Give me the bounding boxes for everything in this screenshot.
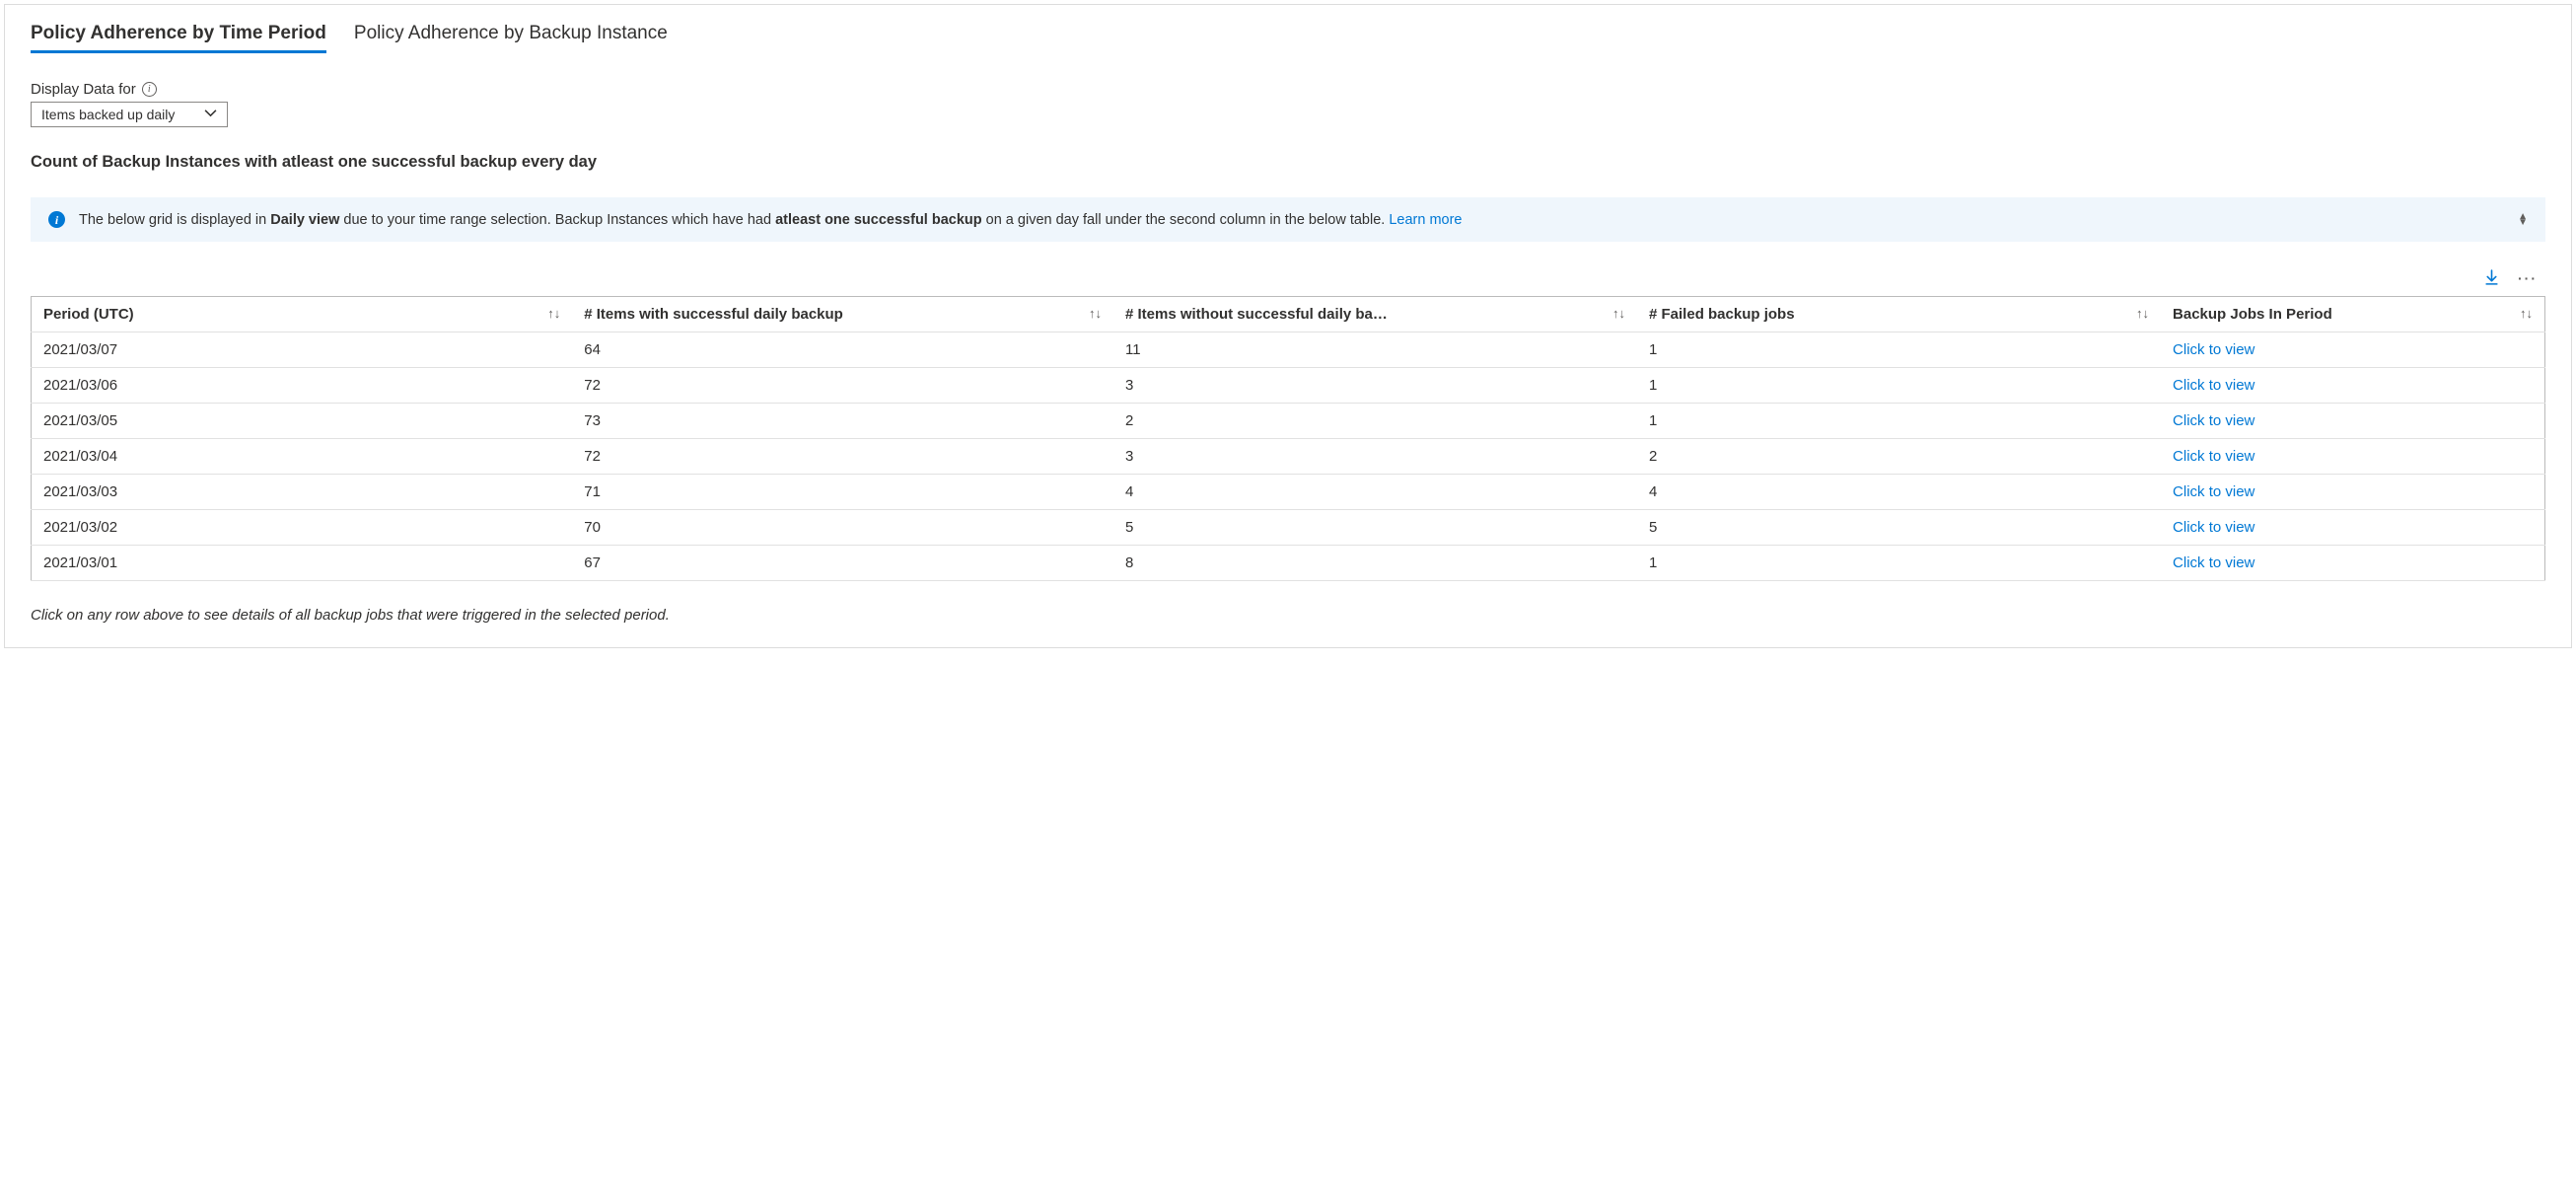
cell-period: 2021/03/04 xyxy=(32,439,573,475)
sort-icon: ↑↓ xyxy=(547,306,560,321)
cell-jobs-link: Click to view xyxy=(2161,439,2544,475)
cell-without-success: 3 xyxy=(1113,368,1637,404)
table-row[interactable]: 2021/03/047232 Click to view xyxy=(32,439,2545,475)
tab-policy-adherence-time-period[interactable]: Policy Adherence by Time Period xyxy=(31,23,326,53)
info-icon[interactable]: i xyxy=(142,82,157,97)
cell-period: 2021/03/03 xyxy=(32,475,573,510)
table-row[interactable]: 2021/03/027055Click to view xyxy=(32,510,2545,546)
info-banner-message: The below grid is displayed in Daily vie… xyxy=(79,212,2504,228)
click-to-view-link[interactable]: Click to view xyxy=(2173,554,2254,571)
column-header-with-success[interactable]: # Items with successful daily backup↑↓ xyxy=(572,297,1113,332)
cell-period: 2021/03/01 xyxy=(32,546,573,581)
section-title: Count of Backup Instances with atleast o… xyxy=(31,153,2545,172)
sort-icon: ↑↓ xyxy=(2136,306,2149,321)
cell-failed-jobs: 5 xyxy=(1637,510,2161,546)
cell-jobs-link: Click to view xyxy=(2161,368,2544,404)
cell-with-success: 72 xyxy=(572,368,1113,404)
column-header-period[interactable]: Period (UTC)↑↓ xyxy=(32,297,573,332)
cell-failed-jobs: 4 xyxy=(1637,475,2161,510)
sort-icon: ↑↓ xyxy=(2520,306,2533,321)
display-data-for-dropdown[interactable]: Items backed up daily xyxy=(31,102,228,127)
cell-period: 2021/03/05 xyxy=(32,404,573,439)
click-to-view-link[interactable]: Click to view xyxy=(2173,412,2254,429)
cell-with-success: 71 xyxy=(572,475,1113,510)
table-row[interactable]: 2021/03/0764111Click to view xyxy=(32,332,2545,368)
cell-jobs-link: Click to view xyxy=(2161,332,2544,368)
cell-without-success: 2 xyxy=(1113,404,1637,439)
tabs: Policy Adherence by Time Period Policy A… xyxy=(31,23,2545,53)
cell-failed-jobs: 1 xyxy=(1637,332,2161,368)
cell-jobs-link: Click to view xyxy=(2161,404,2544,439)
cell-without-success: 8 xyxy=(1113,546,1637,581)
chevron-down-icon xyxy=(204,107,217,122)
click-to-view-link[interactable]: Click to view xyxy=(2173,377,2254,394)
table-row[interactable]: 2021/03/037144Click to view xyxy=(32,475,2545,510)
more-options-icon[interactable]: ··· xyxy=(2518,269,2538,286)
cell-without-success: 3 xyxy=(1113,439,1637,475)
cell-failed-jobs: 1 xyxy=(1637,546,2161,581)
cell-period: 2021/03/06 xyxy=(32,368,573,404)
download-icon[interactable] xyxy=(2483,269,2500,286)
cell-with-success: 73 xyxy=(572,404,1113,439)
cell-failed-jobs: 1 xyxy=(1637,368,2161,404)
filter-label-row: Display Data for i xyxy=(31,81,2545,98)
info-icon: i xyxy=(48,211,65,228)
table-row[interactable]: 2021/03/067231 Click to view xyxy=(32,368,2545,404)
click-to-view-link[interactable]: Click to view xyxy=(2173,483,2254,500)
column-header-without-success[interactable]: # Items without successful daily ba…↑↓ xyxy=(1113,297,1637,332)
dropdown-selected-value: Items backed up daily xyxy=(41,107,175,122)
cell-jobs-link: Click to view xyxy=(2161,510,2544,546)
filter-label: Display Data for xyxy=(31,81,136,98)
policy-adherence-table: Period (UTC)↑↓ # Items with successful d… xyxy=(31,296,2545,581)
cell-with-success: 72 xyxy=(572,439,1113,475)
cell-with-success: 67 xyxy=(572,546,1113,581)
cell-period: 2021/03/07 xyxy=(32,332,573,368)
info-banner: i The below grid is displayed in Daily v… xyxy=(31,197,2545,242)
expand-collapse-icon[interactable]: ▲▼ xyxy=(2518,214,2528,226)
grid-toolbar: ··· xyxy=(31,265,2545,296)
column-header-jobs-in-period[interactable]: Backup Jobs In Period↑↓ xyxy=(2161,297,2544,332)
table-row[interactable]: 2021/03/016781 Click to view xyxy=(32,546,2545,581)
cell-with-success: 64 xyxy=(572,332,1113,368)
click-to-view-link[interactable]: Click to view xyxy=(2173,519,2254,536)
cell-without-success: 11 xyxy=(1113,332,1637,368)
cell-jobs-link: Click to view xyxy=(2161,475,2544,510)
cell-failed-jobs: 1 xyxy=(1637,404,2161,439)
report-panel: Policy Adherence by Time Period Policy A… xyxy=(4,4,2572,648)
cell-without-success: 5 xyxy=(1113,510,1637,546)
sort-icon: ↑↓ xyxy=(1089,306,1102,321)
cell-jobs-link: Click to view xyxy=(2161,546,2544,581)
table-header-row: Period (UTC)↑↓ # Items with successful d… xyxy=(32,297,2545,332)
click-to-view-link[interactable]: Click to view xyxy=(2173,341,2254,358)
cell-without-success: 4 xyxy=(1113,475,1637,510)
cell-with-success: 70 xyxy=(572,510,1113,546)
cell-failed-jobs: 2 xyxy=(1637,439,2161,475)
tab-policy-adherence-backup-instance[interactable]: Policy Adherence by Backup Instance xyxy=(354,23,668,53)
cell-period: 2021/03/02 xyxy=(32,510,573,546)
footnote: Click on any row above to see details of… xyxy=(31,607,2545,624)
click-to-view-link[interactable]: Click to view xyxy=(2173,448,2254,465)
sort-icon: ↑↓ xyxy=(1612,306,1625,321)
learn-more-link[interactable]: Learn more xyxy=(1389,212,1462,228)
column-header-failed-jobs[interactable]: # Failed backup jobs↑↓ xyxy=(1637,297,2161,332)
table-row[interactable]: 2021/03/057321 Click to view xyxy=(32,404,2545,439)
